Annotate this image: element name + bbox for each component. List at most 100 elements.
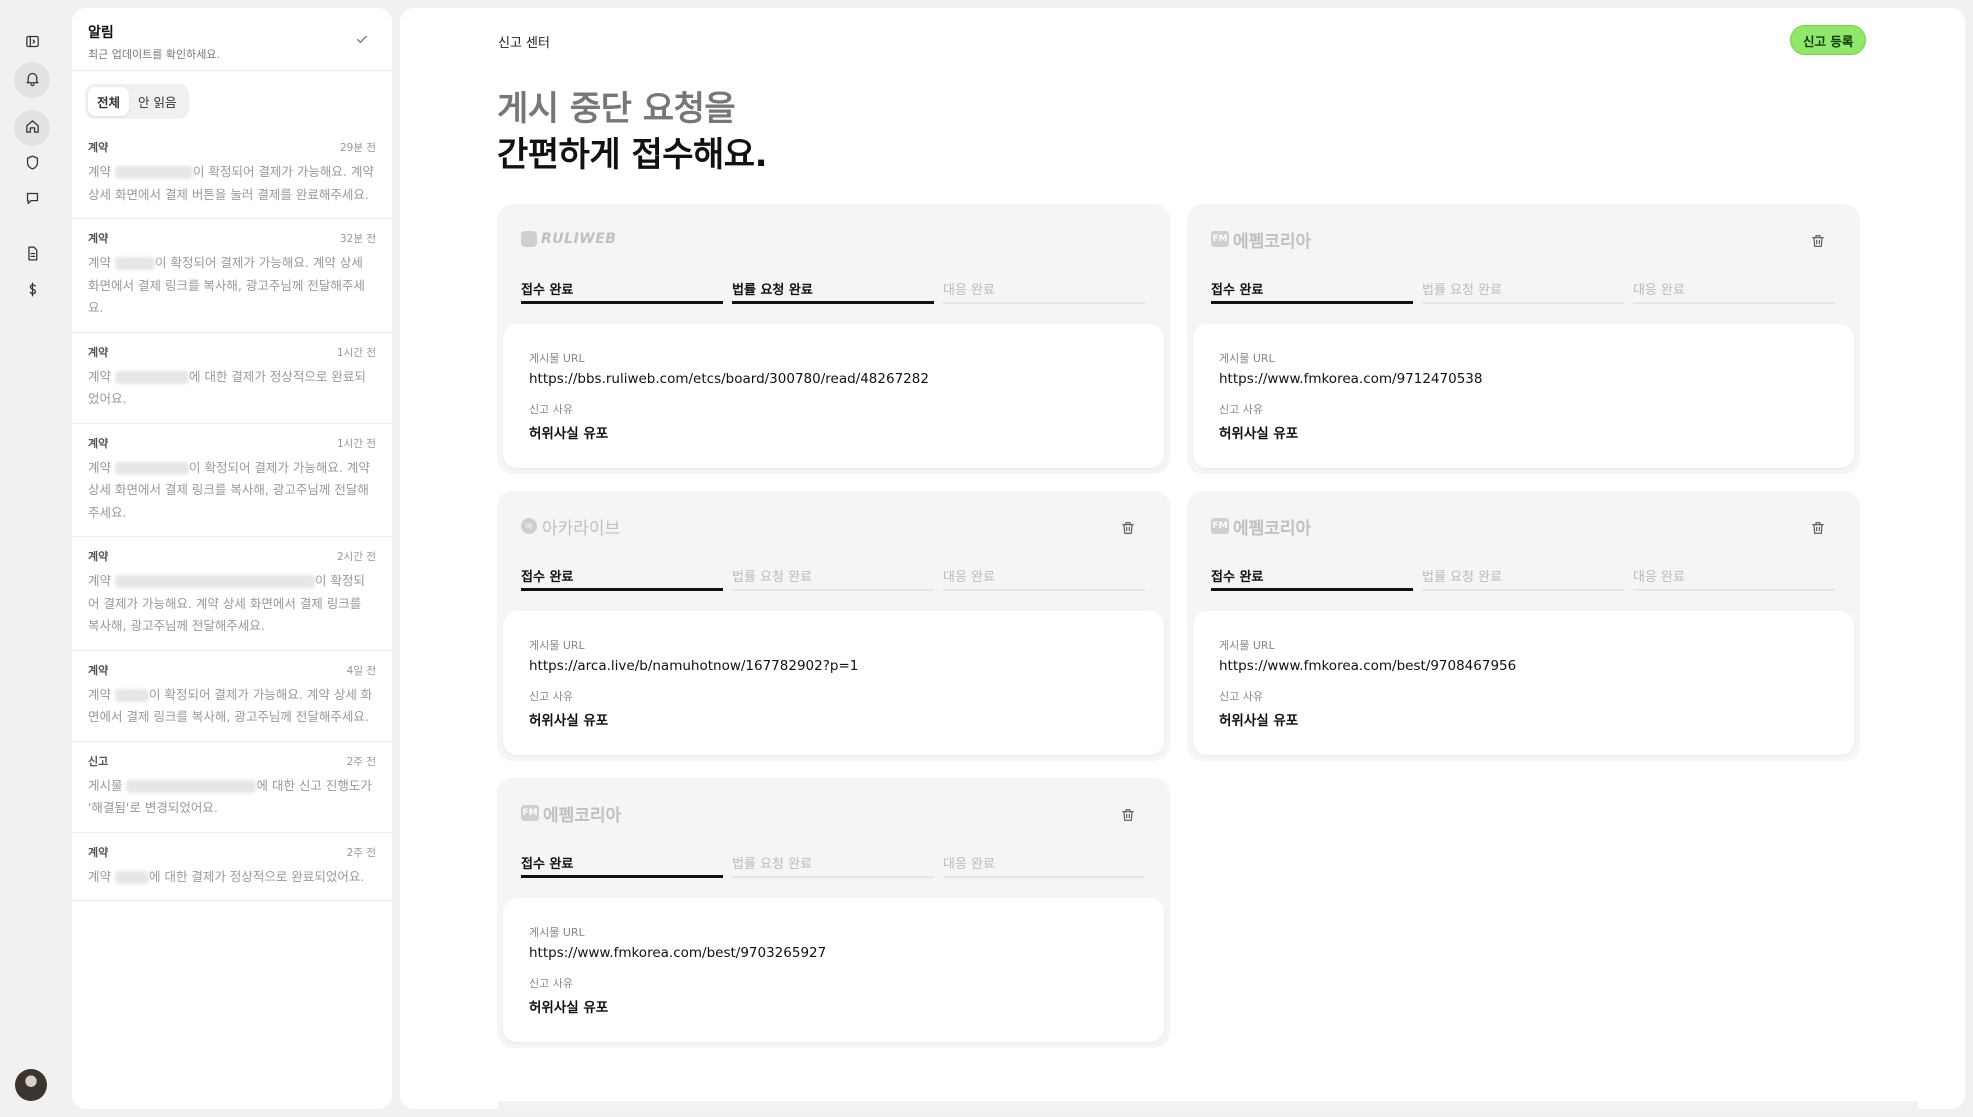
trash-icon[interactable] — [1120, 807, 1136, 823]
site-logo-mark: FM — [1211, 518, 1229, 534]
notification-item[interactable]: 신고 2주 전 게시물 에 대한 신고 진행도가 '해결됨'로 변경되었어요. — [72, 742, 392, 833]
report-detail: 게시물 URL https://arca.live/b/namuhotnow/16… — [503, 611, 1164, 755]
url-label: 게시물 URL — [529, 352, 585, 365]
progress-step: 법률 요청 완료 — [732, 852, 934, 878]
progress-steps: 접수 완료 법률 요청 완료 대응 완료 — [521, 278, 1145, 304]
post-url[interactable]: https://www.fmkorea.com/9712470538 — [1219, 371, 1854, 387]
filter-all-tab[interactable]: 전체 — [88, 87, 130, 116]
sidebar-toggle-button[interactable] — [14, 25, 50, 61]
site-logo: FM 에펨코리아 — [1211, 228, 1312, 252]
notification-item[interactable]: 계약 1시간 전 계약 에 대한 결제가 정상적으로 완료되었어요. — [72, 333, 392, 424]
notification-type: 계약 — [88, 141, 109, 154]
notification-message: 계약 에 대한 결제가 정상적으로 완료되었어요. — [88, 366, 376, 411]
progress-step: 법률 요청 완료 — [732, 565, 934, 591]
report-card[interactable]: FM 에펨코리아접수 완료 법률 요청 완료 대응 완료게시물 URL https://… — [497, 778, 1170, 1048]
messages-button[interactable] — [14, 182, 50, 218]
document-icon — [24, 245, 41, 266]
progress-steps: 접수 완료 법률 요청 완료 대응 완료 — [1211, 278, 1835, 304]
notification-time: 1시간 전 — [337, 437, 376, 450]
progress-steps: 접수 완료 법률 요청 완료 대응 완료 — [521, 565, 1145, 591]
progress-steps: 접수 완료 법률 요청 완료 대응 완료 — [1211, 565, 1835, 591]
report-reason: 허위사실 유포 — [1219, 426, 1299, 442]
report-reason: 허위사실 유포 — [529, 713, 609, 729]
sidebar-toggle-icon — [24, 33, 41, 54]
notification-item[interactable]: 계약 2시간 전 계약 이 확정되어 결제가 가능해요. 계약 상세 화면에서 결제… — [72, 537, 392, 651]
url-label: 게시물 URL — [529, 926, 585, 939]
notification-type: 신고 — [88, 754, 109, 768]
notification-list: 계약 29분 전 계약 이 확정되어 결제가 가능해요. 계약 상세 화면에서 결제… — [72, 128, 392, 901]
url-label: 게시물 URL — [1219, 352, 1275, 365]
notification-message-prefix: 계약 — [88, 686, 115, 702]
notification-message-prefix: 계약 — [88, 459, 115, 475]
progress-step: 대응 완료 — [943, 278, 1145, 304]
chat-icon — [24, 190, 41, 211]
report-card[interactable]: 아 아카라이브 접수 완료 법률 요청 완료 대응 완료 게시물 URL https://a… — [497, 491, 1170, 761]
notification-type: 계약 — [88, 550, 109, 563]
progress-step: 법률 요청 완료 — [1422, 278, 1624, 304]
report-detail: 게시물 URL https://www.fmkorea.com/best/9703… — [503, 898, 1164, 1042]
report-reason: 허위사실 유포 — [529, 1000, 609, 1016]
site-logo-mark: 아 — [521, 518, 537, 534]
breadcrumb: 신고 센터 — [498, 36, 550, 51]
billing-button[interactable] — [14, 273, 50, 309]
documents-button[interactable] — [14, 237, 50, 273]
reason-label: 신고 사유 — [1219, 403, 1263, 416]
reason-label: 신고 사유 — [1219, 690, 1263, 703]
progress-step: 접수 완료 — [1211, 565, 1413, 591]
site-logo-mark: FM — [521, 805, 539, 821]
trash-icon[interactable] — [1120, 520, 1136, 536]
notification-type: 계약 — [88, 232, 109, 245]
notification-title: 알림 — [88, 25, 114, 41]
notification-item[interactable]: 계약 32분 전 계약 이 확정되어 결제가 가능해요. 계약 상세 화면에서 결제… — [72, 219, 392, 333]
report-card[interactable]: FM 에펨코리아접수 완료 법률 요청 완료 대응 완료게시물 URL https://… — [1187, 204, 1860, 474]
progress-step: 접수 완료 — [521, 852, 723, 878]
report-card[interactable]: RULIWEB 접수 완료 법률 요청 완료 대응 완료 게시물 URL https://… — [497, 204, 1170, 474]
redacted-text — [114, 370, 189, 384]
reason-label: 신고 사유 — [529, 690, 573, 703]
notification-message-prefix: 게시물 — [88, 777, 127, 793]
progress-step: 접수 완료 — [521, 565, 723, 591]
notification-subtitle: 최근 업데이트를 확인하세요. — [88, 48, 220, 61]
trash-icon[interactable] — [1810, 520, 1826, 536]
redacted-text — [126, 779, 257, 793]
trash-icon[interactable] — [1810, 233, 1826, 249]
notification-message-prefix: 계약 — [88, 573, 115, 588]
report-reason: 허위사실 유포 — [1219, 713, 1299, 729]
site-name: 에펨코리아 — [1233, 231, 1312, 252]
avatar[interactable] — [15, 1069, 47, 1101]
post-url[interactable]: https://bbs.ruliweb.com/etcs/board/30078… — [529, 371, 1164, 387]
notification-filter: 전체 안 읽음 — [85, 84, 189, 119]
check-icon[interactable] — [354, 31, 370, 47]
home-button[interactable] — [14, 110, 50, 146]
notification-item[interactable]: 계약 2주 전 계약 에 대한 결제가 정상적으로 완료되었어요. — [72, 833, 392, 901]
home-icon — [24, 118, 41, 139]
site-logo-mark: FM — [1211, 231, 1229, 247]
register-report-button[interactable]: 신고 등록 — [1790, 25, 1867, 55]
site-logo: FM 에펨코리아 — [1211, 515, 1311, 539]
redacted-text — [114, 870, 149, 884]
notification-type: 계약 — [88, 436, 109, 450]
notification-item[interactable]: 계약 1시간 전 계약 이 확정되어 결제가 가능해요. 계약 상세 화면에서 결제… — [72, 424, 392, 537]
post-url[interactable]: https://www.fmkorea.com/best/9703265927 — [529, 945, 1164, 961]
site-logo: FM 에펨코리아 — [521, 802, 621, 826]
page-title: 게시 중단 요청을 간편하게 접수해요. — [497, 86, 768, 178]
filter-unread-tab[interactable]: 안 읽음 — [129, 87, 185, 116]
report-center-button[interactable] — [14, 146, 50, 182]
dollar-icon — [24, 281, 41, 302]
post-url[interactable]: https://www.fmkorea.com/best/9708467956 — [1219, 658, 1854, 674]
redacted-text — [114, 461, 189, 475]
notifications-button[interactable] — [14, 62, 50, 98]
report-card[interactable]: FM 에펨코리아접수 완료 법률 요청 완료 대응 완료게시물 URL https://… — [1187, 491, 1860, 761]
notification-message-prefix: 계약 — [88, 868, 115, 884]
notification-message-prefix: 계약 — [88, 368, 115, 384]
notification-item[interactable]: 계약 4일 전 계약 이 확정되어 결제가 가능해요. 계약 상세 화면에서 결제 … — [72, 651, 392, 742]
notification-type: 계약 — [88, 845, 109, 859]
report-center: 신고 센터 신고 등록 게시 중단 요청을 간편하게 접수해요. RULIWEB… — [400, 8, 1965, 1109]
report-detail: 게시물 URL https://www.fmkorea.com/best/9708… — [1193, 611, 1854, 755]
post-url[interactable]: https://arca.live/b/namuhotnow/167782902… — [529, 658, 1164, 674]
page-title-line-2: 간편하게 접수해요. — [497, 135, 768, 175]
progress-step: 대응 완료 — [943, 852, 1145, 878]
notification-time: 32분 전 — [339, 233, 376, 245]
site-name: 아카라이브 — [542, 518, 621, 539]
notification-item[interactable]: 계약 29분 전 계약 이 확정되어 결제가 가능해요. 계약 상세 화면에서 결제… — [72, 128, 392, 219]
